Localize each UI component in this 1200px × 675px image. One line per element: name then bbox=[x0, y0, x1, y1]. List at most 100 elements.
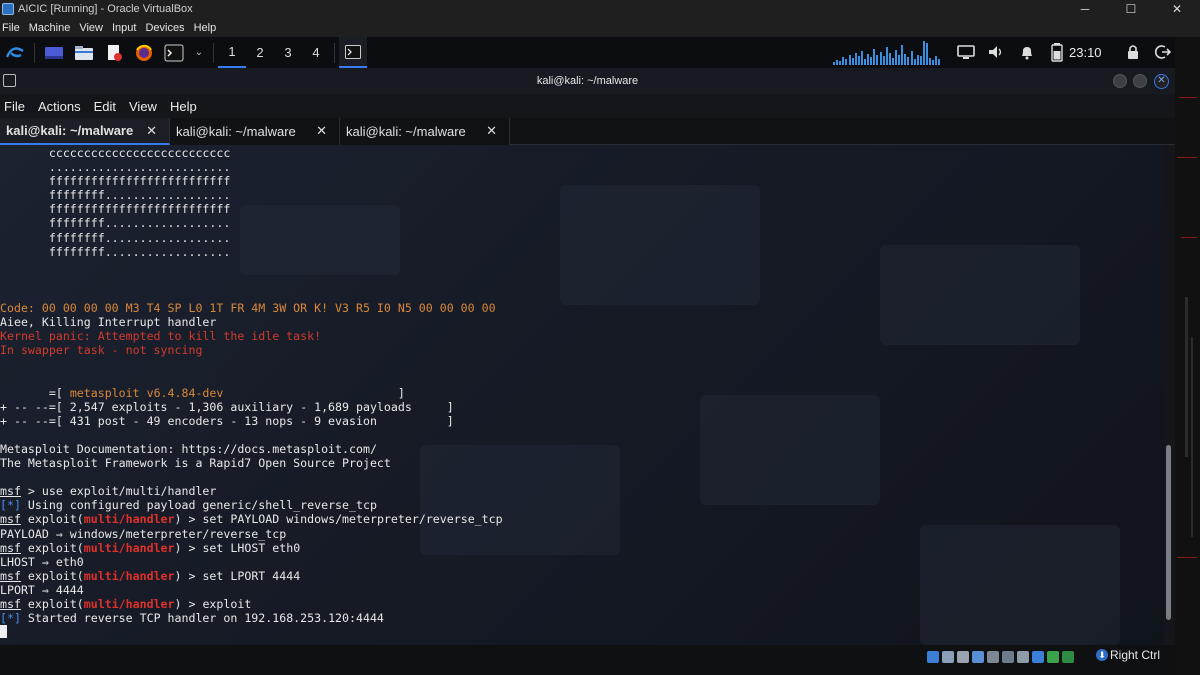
msf-banner-prefix: =[ bbox=[0, 385, 70, 400]
output-line: LPORT ⇒ 4444 bbox=[0, 582, 84, 597]
text-editor-icon[interactable] bbox=[103, 42, 125, 64]
tab-1[interactable]: kali@kali: ~/malware ✕ bbox=[0, 118, 170, 145]
host-desktop-strip bbox=[1175, 37, 1200, 675]
vb-menu-help[interactable]: Help bbox=[192, 22, 222, 34]
msf-version: metasploit v6.4.84-dev bbox=[69, 385, 224, 400]
file-manager-icon[interactable] bbox=[73, 42, 95, 64]
cpu-graph-bar bbox=[932, 60, 935, 65]
notifications-bell-icon[interactable] bbox=[1016, 41, 1038, 63]
recording-icon[interactable] bbox=[1032, 651, 1044, 663]
doc-line: Metasploit Documentation: https://docs.m… bbox=[0, 441, 377, 456]
cpu-graph-bar bbox=[854, 53, 857, 65]
menu-help[interactable]: Help bbox=[166, 99, 201, 114]
msf-prompt: msf bbox=[0, 540, 21, 555]
maximize-button[interactable]: ☐ bbox=[1108, 0, 1154, 18]
msf-prompt: msf bbox=[0, 484, 21, 499]
virtualization-icon[interactable] bbox=[1047, 651, 1059, 663]
firefox-icon[interactable] bbox=[133, 42, 155, 64]
host-bg-line bbox=[1181, 237, 1197, 238]
cpu-graph-bar bbox=[873, 49, 876, 65]
msf-prompt: msf bbox=[0, 568, 21, 583]
exploit-open: exploit( bbox=[20, 540, 84, 555]
harddisk-icon[interactable] bbox=[927, 651, 939, 663]
text-cursor[interactable] bbox=[0, 625, 7, 639]
vb-menu-machine[interactable]: Machine bbox=[27, 22, 76, 34]
terminal-output-area[interactable]: cccccccccccccccccccccccccc .............… bbox=[0, 145, 1164, 675]
command-line: set PAYLOAD windows/meterpreter/reverse_… bbox=[202, 512, 503, 527]
banner-art-line: cccccccccccccccccccccccccc bbox=[0, 146, 231, 160]
chevron-down-icon[interactable]: ⌄ bbox=[193, 42, 205, 64]
workspace-1[interactable]: 1 bbox=[218, 37, 246, 68]
tab-2[interactable]: kali@kali: ~/malware ✕ bbox=[170, 118, 340, 145]
vb-menu-file[interactable]: File bbox=[0, 22, 25, 34]
banner-art-line: ffffffffffffffffffffffffff bbox=[0, 174, 231, 189]
tab-close-icon[interactable]: ✕ bbox=[316, 123, 327, 139]
vb-menu-input[interactable]: Input bbox=[110, 22, 141, 34]
menu-file[interactable]: File bbox=[0, 99, 29, 114]
cpu-graph-bar bbox=[910, 51, 913, 65]
terminal-launcher-icon[interactable] bbox=[163, 42, 185, 64]
terminal-scrollbar[interactable] bbox=[1164, 145, 1175, 675]
volume-icon[interactable] bbox=[985, 41, 1007, 63]
optical-drive-icon[interactable] bbox=[942, 651, 954, 663]
cpu-graph-bar bbox=[848, 55, 851, 65]
workspace-4[interactable]: 4 bbox=[302, 37, 330, 68]
usb-icon[interactable] bbox=[987, 651, 999, 663]
cpu-graph-bar bbox=[833, 62, 835, 65]
display-icon[interactable] bbox=[1017, 651, 1029, 663]
shared-folders-icon[interactable] bbox=[1002, 651, 1014, 663]
show-desktop-icon[interactable] bbox=[43, 42, 65, 64]
mouse-integration-icon[interactable] bbox=[1062, 651, 1074, 663]
menu-actions[interactable]: Actions bbox=[34, 99, 85, 114]
cpu-graph-bar bbox=[913, 59, 916, 65]
network-icon[interactable] bbox=[972, 651, 984, 663]
host-bg-line bbox=[1179, 97, 1197, 98]
tab-close-icon[interactable]: ✕ bbox=[486, 123, 497, 139]
close-button[interactable]: ✕ bbox=[1154, 0, 1200, 18]
info-line: Started reverse TCP handler on 192.168.2… bbox=[20, 611, 384, 626]
lock-screen-icon[interactable] bbox=[1122, 41, 1144, 63]
menu-view[interactable]: View bbox=[125, 99, 161, 114]
menu-edit[interactable]: Edit bbox=[90, 99, 120, 114]
vb-menu-devices[interactable]: Devices bbox=[143, 22, 189, 34]
cpu-graph-bar bbox=[938, 59, 941, 65]
logout-icon[interactable] bbox=[1152, 41, 1174, 63]
kernel-panic-line: Kernel panic: Attempted to kill the idle… bbox=[0, 329, 322, 344]
display-icon[interactable] bbox=[955, 41, 977, 63]
cpu-graph-bar bbox=[901, 45, 904, 65]
cpu-graph-bar bbox=[907, 57, 910, 65]
tab-3[interactable]: kali@kali: ~/malware ✕ bbox=[340, 118, 510, 145]
guest-display[interactable]: ⌄ 1 2 3 4 23:10 kali@kali: ~/malware ✕ F… bbox=[0, 37, 1175, 675]
cpu-graph-bar bbox=[935, 56, 938, 65]
virtualbox-app-icon bbox=[2, 3, 14, 15]
kali-menu-icon[interactable] bbox=[4, 42, 26, 64]
output-line: LHOST ⇒ eth0 bbox=[0, 554, 84, 569]
msf-banner-exploits: + -- --=[ 2,547 exploits - 1,306 auxilia… bbox=[0, 399, 454, 414]
cpu-graph-bar bbox=[882, 56, 885, 65]
minimize-button[interactable] bbox=[1113, 74, 1127, 88]
banner-art-line: ffffffffffffffffffffffffff bbox=[0, 202, 231, 217]
tab-close-icon[interactable]: ✕ bbox=[146, 123, 157, 139]
terminal-titlebar[interactable]: kali@kali: ~/malware ✕ bbox=[0, 68, 1175, 94]
battery-icon[interactable] bbox=[1046, 41, 1068, 63]
scrollbar-thumb[interactable] bbox=[1166, 445, 1171, 620]
exploit-open: exploit( bbox=[20, 512, 84, 527]
audio-icon[interactable] bbox=[957, 651, 969, 663]
tab-label: kali@kali: ~/malware bbox=[346, 124, 466, 139]
tabbar-spacer bbox=[510, 118, 1175, 145]
cpu-graph-bar bbox=[842, 57, 845, 65]
exploit-close: ) > bbox=[174, 540, 203, 555]
taskbar-terminal-button[interactable] bbox=[339, 37, 367, 68]
vb-menu-view[interactable]: View bbox=[77, 22, 108, 34]
minimize-button[interactable]: ─ bbox=[1062, 0, 1108, 18]
host-key-icon: ⬇ bbox=[1096, 649, 1108, 661]
cpu-graph-bar bbox=[904, 54, 907, 65]
workspace-2[interactable]: 2 bbox=[246, 37, 274, 68]
maximize-button[interactable] bbox=[1133, 74, 1147, 88]
cpu-graph-bar bbox=[867, 54, 870, 65]
panel-clock[interactable]: 23:10 bbox=[1069, 37, 1102, 68]
cpu-graph-bar bbox=[891, 58, 894, 65]
swapper-line: In swapper task - not syncing bbox=[0, 343, 203, 358]
close-button[interactable]: ✕ bbox=[1154, 74, 1169, 89]
workspace-3[interactable]: 3 bbox=[274, 37, 302, 68]
